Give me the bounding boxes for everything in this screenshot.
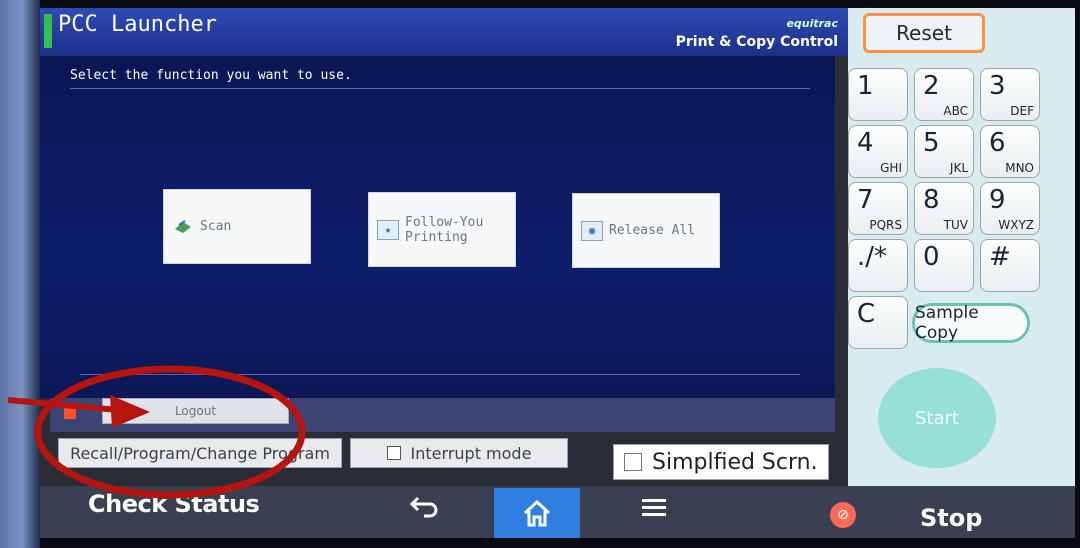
brand-logo: equitrac [786, 17, 838, 30]
touch-screen: PCC Launcher equitrac Print & Copy Contr… [40, 8, 1075, 538]
key-9[interactable]: 9 WXYZ [980, 182, 1040, 235]
release-icon: ◉ [581, 220, 603, 241]
divider-top [70, 88, 810, 89]
key-1[interactable]: 1 [848, 68, 908, 121]
simplified-screen-button[interactable]: Simplfied Scrn. [613, 444, 829, 480]
key-dot-star[interactable]: ./* [848, 239, 908, 292]
app-title: PCC Launcher [58, 12, 217, 37]
sample-copy-button[interactable]: Sample Copy [912, 303, 1030, 343]
key-5[interactable]: 5 JKL [914, 125, 974, 178]
interrupt-checkbox-icon [386, 446, 401, 460]
follow-you-printing-button[interactable]: ★ Follow-You Printing [368, 192, 516, 267]
reset-button[interactable]: Reset [863, 13, 985, 53]
recall-program-button[interactable]: Recall/Program/Change Program [58, 438, 342, 468]
brand-tagline: Print & Copy Control [675, 34, 838, 50]
divider-bottom [80, 374, 800, 375]
key-7[interactable]: 7 PQRS [848, 182, 908, 235]
key-0[interactable]: 0 [914, 239, 974, 292]
check-status-button[interactable]: Check Status [88, 490, 260, 518]
key-3[interactable]: 3 DEF [980, 68, 1040, 121]
clear-button[interactable]: C [848, 296, 908, 349]
follow-you-icon: ★ [377, 219, 399, 240]
instruction-text: Select the function you want to use. [70, 68, 352, 83]
menu-icon[interactable] [640, 496, 668, 524]
simplified-screen-label: Simplfied Scrn. [652, 449, 818, 475]
function-area: Select the function you want to use. Sca… [40, 56, 835, 398]
home-button[interactable] [494, 488, 580, 538]
keypad-panel: Reset 1 2 ABC 3 DEF 4 GHI 5 JKL 6 MNO 7 PQRS 8… [848, 8, 1075, 486]
scan-icon [172, 217, 194, 237]
alert-flag-icon [64, 403, 76, 419]
scan-button[interactable]: Scan [163, 189, 311, 264]
follow-you-label: Follow-You Printing [405, 214, 484, 245]
interrupt-mode-label: Interrupt mode [410, 443, 532, 463]
device-left-edge [0, 0, 40, 548]
release-all-label: Release All [609, 223, 696, 238]
home-icon [523, 499, 551, 527]
simplified-checkbox-icon [624, 453, 642, 471]
app-header: PCC Launcher equitrac Print & Copy Contr… [40, 8, 848, 56]
key-6[interactable]: 6 MNO [980, 125, 1040, 178]
stop-button[interactable]: Stop [920, 504, 982, 532]
stop-icon[interactable]: ⊘ [830, 502, 856, 528]
start-button[interactable]: Start [878, 368, 996, 468]
key-4[interactable]: 4 GHI [848, 125, 908, 178]
back-icon[interactable] [409, 492, 440, 524]
interrupt-mode-button[interactable]: Interrupt mode [350, 438, 568, 468]
key-2[interactable]: 2 ABC [914, 68, 974, 121]
logout-button[interactable]: Logout [102, 398, 289, 424]
key-8[interactable]: 8 TUV [914, 182, 974, 235]
key-hash[interactable]: # [980, 239, 1040, 292]
status-indicator [44, 14, 52, 48]
release-all-button[interactable]: ◉ Release All [572, 193, 720, 268]
scan-label: Scan [200, 219, 232, 234]
